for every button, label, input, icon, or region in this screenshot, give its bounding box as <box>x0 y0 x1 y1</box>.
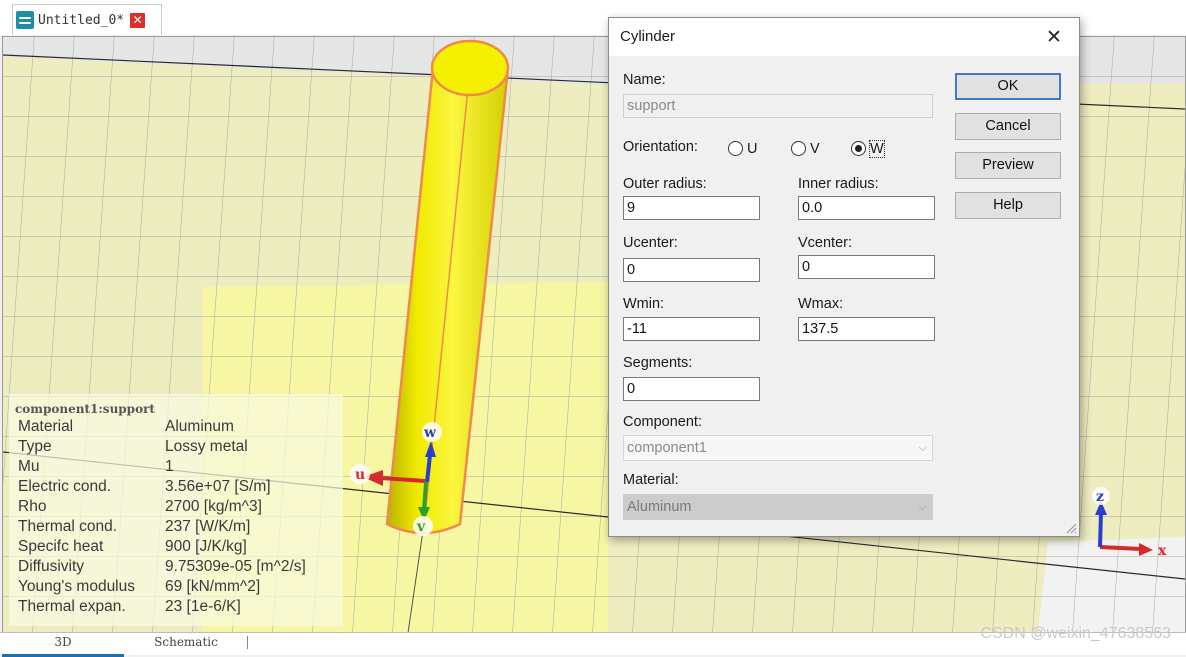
property-key: Thermal expan. <box>18 598 126 615</box>
dialog-titlebar: Cylinder ✕ <box>609 18 1079 56</box>
close-tab-icon[interactable]: ✕ <box>130 12 146 28</box>
property-row: Diffusivity 9.75309e-05 [m^2/s] <box>18 557 306 577</box>
dialog-close-icon[interactable]: ✕ <box>1046 26 1062 48</box>
property-row: Thermal cond. 237 [W/K/m] <box>18 517 306 537</box>
document-tab[interactable]: Untitled_0* ✕ <box>12 4 162 35</box>
material-select[interactable]: Aluminum ⌵ <box>623 494 933 520</box>
vcenter-label: Vcenter: <box>798 235 852 251</box>
outer-radius-field[interactable]: 9 <box>623 196 760 220</box>
property-value: Lossy metal <box>165 438 248 455</box>
orientation-u-radio[interactable] <box>728 141 743 156</box>
property-row: Young's modulus 69 [kN/mm^2] <box>18 577 306 597</box>
property-key: Diffusivity <box>18 558 85 575</box>
property-key: Young's modulus <box>18 578 135 595</box>
segments-label: Segments: <box>623 355 693 371</box>
segments-field[interactable]: 0 <box>623 377 760 401</box>
property-key: Electric cond. <box>18 478 112 495</box>
property-value: 3.56e+07 [S/m] <box>165 478 271 495</box>
property-key: Material <box>18 418 74 435</box>
material-value: Aluminum <box>627 499 692 515</box>
orientation-u-label: U <box>747 141 758 157</box>
property-row: Electric cond. 3.56e+07 [S/m] <box>18 477 306 497</box>
dialog-title: Cylinder <box>620 28 676 45</box>
property-value: 9.75309e-05 [m^2/s] <box>165 558 306 575</box>
w-axis-label: w <box>423 425 437 441</box>
ucenter-field[interactable]: 0 <box>623 258 760 282</box>
property-value: 1 <box>165 458 174 475</box>
name-field[interactable]: support <box>623 94 933 118</box>
cancel-button[interactable]: Cancel <box>955 113 1061 140</box>
orientation-w-radio[interactable] <box>851 141 866 156</box>
material-label: Material: <box>623 472 679 488</box>
help-button[interactable]: Help <box>955 192 1061 219</box>
property-key: Mu <box>18 458 40 475</box>
x-axis-label: x <box>1158 543 1167 559</box>
property-row: Material Aluminum <box>18 417 306 437</box>
property-row: Rho 2700 [kg/m^3] <box>18 497 306 517</box>
tab-3d[interactable]: 3D <box>2 633 124 657</box>
preview-button[interactable]: Preview <box>955 152 1061 179</box>
property-key: Specifc heat <box>18 538 104 555</box>
component-label: Component: <box>623 414 702 430</box>
outer-radius-label: Outer radius: <box>623 176 707 192</box>
orientation-label: Orientation: <box>623 139 698 155</box>
z-axis-label: z <box>1096 489 1104 505</box>
wmax-field[interactable]: 137.5 <box>798 317 935 341</box>
properties-table: Material Aluminum Type Lossy metal Mu 1 Electr… <box>18 417 306 617</box>
property-value: 237 [W/K/m] <box>165 518 251 535</box>
resize-grip-icon[interactable] <box>1065 522 1077 534</box>
component-select[interactable]: component1 ⌵ <box>623 435 933 461</box>
property-value: 23 [1e-6/K] <box>165 598 241 615</box>
u-axis-label: u <box>355 467 365 483</box>
property-value: 69 [kN/mm^2] <box>165 578 261 595</box>
property-value: 900 [J/K/kg] <box>165 538 247 555</box>
tab-separator <box>247 636 248 649</box>
tab-schematic[interactable]: Schematic <box>126 633 246 654</box>
property-value: Aluminum <box>165 418 234 435</box>
property-row: Mu 1 <box>18 457 306 477</box>
properties-title: component1:support <box>15 402 155 416</box>
inner-radius-field[interactable]: 0.0 <box>798 196 935 220</box>
wmax-label: Wmax: <box>798 296 844 312</box>
orientation-w-label: W <box>869 140 885 158</box>
properties-overlay: component1:support Material Aluminum Type L… <box>9 394 343 626</box>
app-logo-icon <box>16 11 34 29</box>
document-tab-title: Untitled_0* <box>38 12 125 28</box>
property-key: Thermal cond. <box>18 518 118 535</box>
property-row: Specifc heat 900 [J/K/kg] <box>18 537 306 557</box>
chevron-down-icon: ⌵ <box>918 441 927 454</box>
ok-button[interactable]: OK <box>955 73 1061 100</box>
ucenter-label: Ucenter: <box>623 235 678 251</box>
v-axis-label: v <box>416 519 426 535</box>
property-key: Rho <box>18 498 47 515</box>
chevron-down-icon: ⌵ <box>918 500 927 513</box>
name-label: Name: <box>623 72 666 88</box>
component-value: component1 <box>627 440 707 456</box>
cylinder-dialog: Cylinder ✕ Name: support Orientation: U … <box>608 17 1080 537</box>
wmin-field[interactable]: -11 <box>623 317 760 341</box>
vcenter-field[interactable]: 0 <box>798 255 935 279</box>
property-row: Thermal expan. 23 [1e-6/K] <box>18 597 306 617</box>
wmin-label: Wmin: <box>623 296 665 312</box>
orientation-v-radio[interactable] <box>791 141 806 156</box>
watermark-text: CSDN @weixin_47638563 <box>980 625 1171 642</box>
orientation-v-label: V <box>810 141 820 157</box>
property-key: Type <box>18 438 52 455</box>
inner-radius-label: Inner radius: <box>798 176 879 192</box>
property-value: 2700 [kg/m^3] <box>165 498 262 515</box>
property-row: Type Lossy metal <box>18 437 306 457</box>
